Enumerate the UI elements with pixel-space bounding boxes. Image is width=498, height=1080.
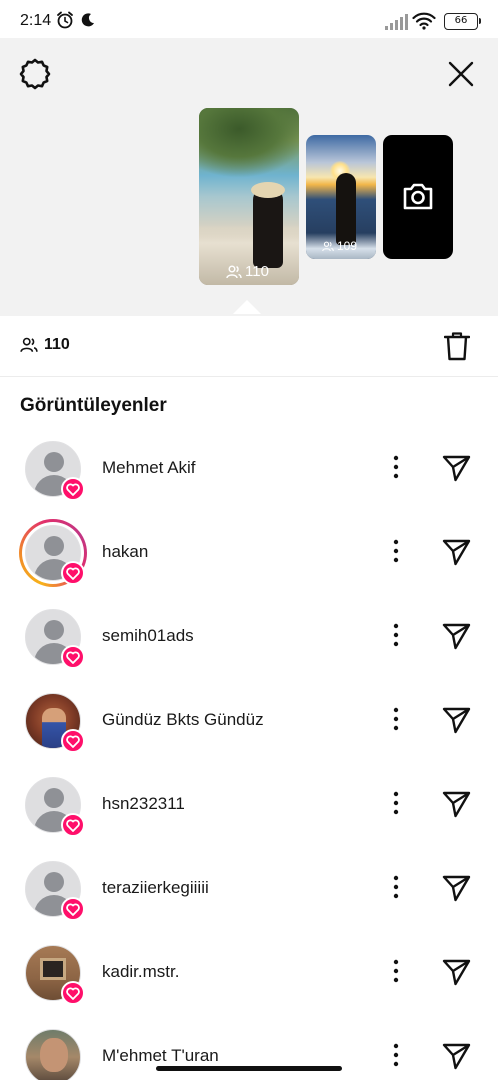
camera-icon <box>403 183 433 210</box>
status-time: 2:14 <box>20 12 52 29</box>
story-viewer-count-value: 110 <box>245 263 269 280</box>
send-icon[interactable] <box>441 454 471 482</box>
story-thumbnail-selected[interactable] <box>199 108 299 285</box>
heart-icon <box>61 561 85 585</box>
story-strip: 110 109 <box>0 38 498 316</box>
battery-level: 66 <box>454 15 468 26</box>
heart-icon <box>61 813 85 837</box>
send-icon[interactable] <box>441 874 471 902</box>
add-story-button[interactable] <box>383 135 453 259</box>
battery-icon: 66 <box>444 13 481 30</box>
more-options-icon[interactable] <box>385 1042 407 1068</box>
gear-icon[interactable] <box>18 57 52 91</box>
avatar[interactable] <box>23 607 85 669</box>
heart-icon <box>61 897 85 921</box>
more-options-icon[interactable] <box>385 706 407 732</box>
moon-icon <box>81 13 94 27</box>
alarm-icon <box>57 11 73 29</box>
more-options-icon[interactable] <box>385 874 407 900</box>
viewers-icon <box>322 241 334 251</box>
viewers-icon <box>20 337 38 352</box>
more-options-icon[interactable] <box>385 538 407 564</box>
section-title-viewers: Görüntüleyenler <box>20 395 167 416</box>
avatar[interactable] <box>23 943 85 1005</box>
status-bar: 2:14 66 <box>0 0 498 42</box>
heart-icon <box>61 645 85 669</box>
send-icon[interactable] <box>441 1042 471 1070</box>
send-icon[interactable] <box>441 622 471 650</box>
avatar[interactable] <box>23 691 85 753</box>
viewer-summary-row: 110 <box>0 316 498 377</box>
heart-icon <box>61 981 85 1005</box>
viewer-username[interactable]: Gündüz Bkts Gündüz <box>102 710 264 730</box>
signal-icon <box>385 14 408 30</box>
story-viewer-count-value: 109 <box>337 239 358 253</box>
viewer-row[interactable]: hsn232311 <box>0 762 498 846</box>
avatar[interactable] <box>23 859 85 921</box>
heart-icon <box>61 477 85 501</box>
viewer-username[interactable]: kadir.mstr. <box>102 962 179 982</box>
viewer-username[interactable]: semih01ads <box>102 626 194 646</box>
avatar[interactable] <box>23 1027 83 1080</box>
more-options-icon[interactable] <box>385 790 407 816</box>
send-icon[interactable] <box>441 790 471 818</box>
viewer-row[interactable]: hakan <box>0 510 498 594</box>
avatar[interactable] <box>23 439 85 501</box>
send-icon[interactable] <box>441 538 471 566</box>
viewer-row[interactable]: teraziierkegiiiii <box>0 846 498 930</box>
selection-pointer <box>233 300 261 314</box>
viewer-list: Mehmet Akif hakan semih01ads Gündüz Bkts… <box>0 426 498 1080</box>
viewer-username[interactable]: hsn232311 <box>102 794 185 814</box>
story-photo <box>199 108 299 178</box>
viewer-row[interactable]: semih01ads <box>0 594 498 678</box>
more-options-icon[interactable] <box>385 958 407 984</box>
viewer-username[interactable]: hakan <box>102 542 148 562</box>
story-viewer-count: 109 <box>322 239 357 253</box>
more-options-icon[interactable] <box>385 454 407 480</box>
viewer-username[interactable]: Mehmet Akif <box>102 458 196 478</box>
wifi-icon <box>412 12 436 30</box>
send-icon[interactable] <box>441 958 471 986</box>
trash-icon[interactable] <box>444 331 470 361</box>
viewer-count-value: 110 <box>44 336 70 353</box>
home-indicator[interactable] <box>156 1066 342 1071</box>
viewer-row[interactable]: Gündüz Bkts Gündüz <box>0 678 498 762</box>
viewer-row[interactable]: kadir.mstr. <box>0 930 498 1014</box>
viewer-username[interactable]: M'ehmet T'uran <box>102 1046 219 1066</box>
viewers-icon <box>226 265 242 278</box>
viewer-count[interactable]: 110 <box>20 336 70 354</box>
avatar[interactable] <box>19 519 87 587</box>
viewer-username[interactable]: teraziierkegiiiii <box>102 878 209 898</box>
send-icon[interactable] <box>441 706 471 734</box>
avatar[interactable] <box>23 775 85 837</box>
story-viewer-count: 110 <box>226 263 269 280</box>
heart-icon <box>61 729 85 753</box>
more-options-icon[interactable] <box>385 622 407 648</box>
viewer-row[interactable]: Mehmet Akif <box>0 426 498 510</box>
close-icon[interactable] <box>446 59 476 89</box>
